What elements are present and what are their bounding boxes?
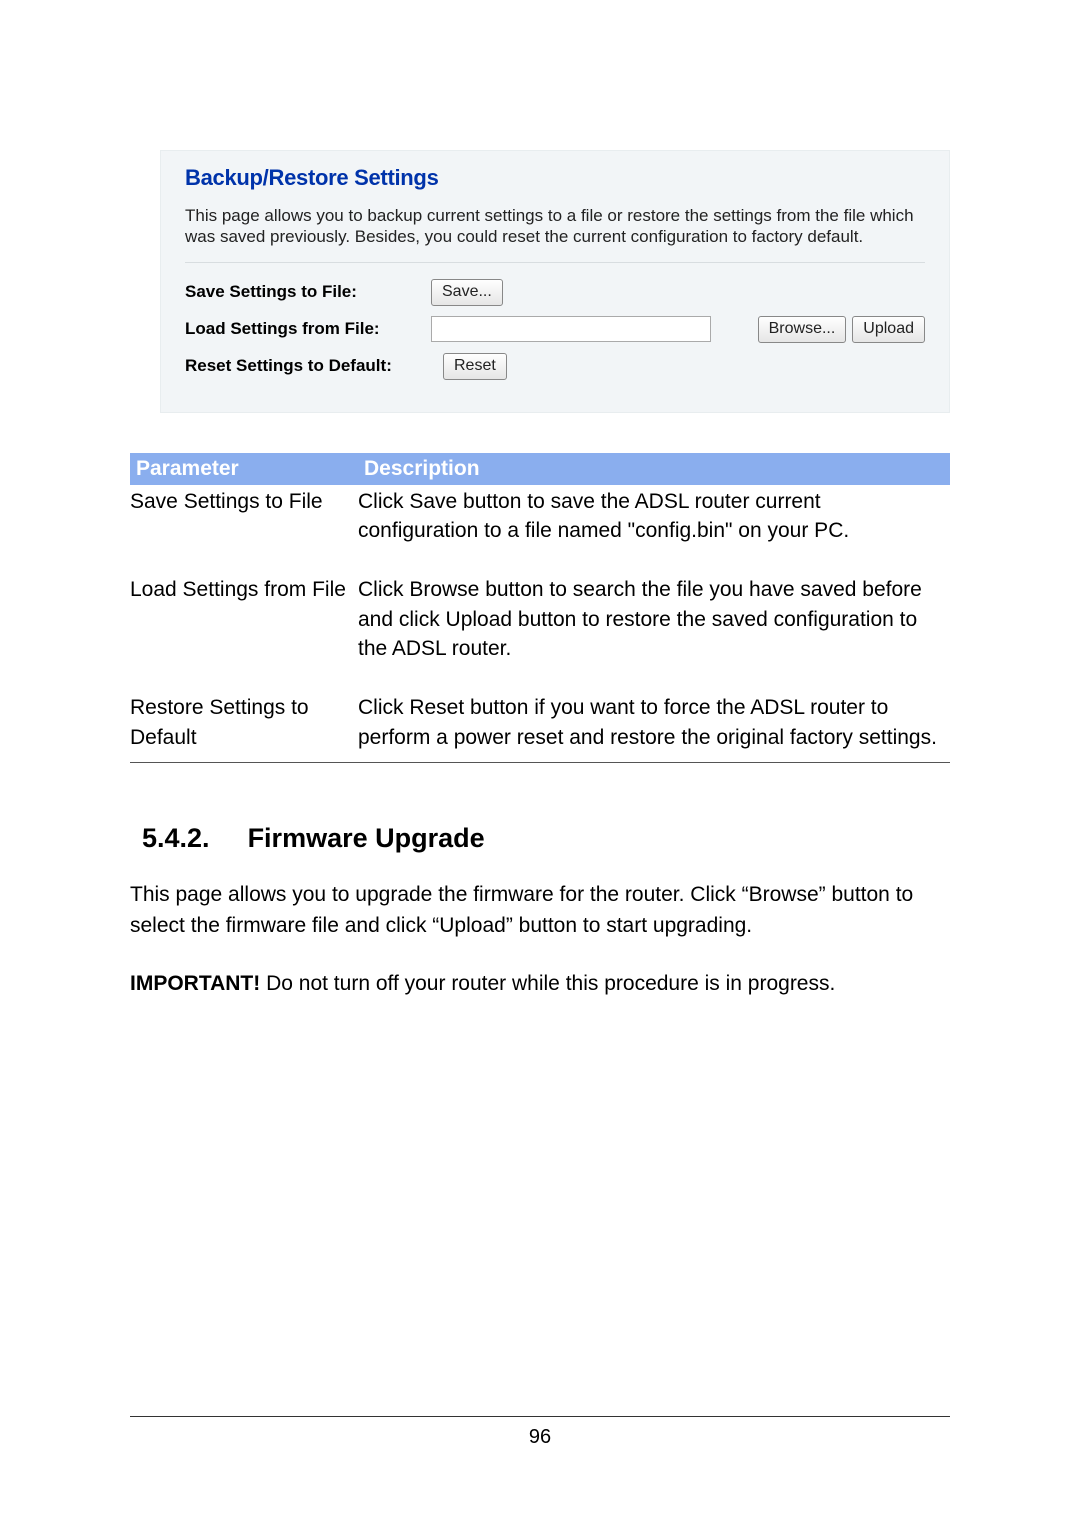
param-cell: Save Settings to File: [130, 485, 358, 548]
browse-button[interactable]: Browse...: [758, 316, 847, 343]
reset-settings-label: Reset Settings to Default:: [185, 356, 435, 376]
param-cell: Restore Settings to Default: [130, 691, 358, 762]
backup-restore-panel: Backup/Restore Settings This page allows…: [160, 150, 950, 413]
desc-cell: Click Save button to save the ADSL route…: [358, 485, 950, 548]
load-settings-label: Load Settings from File:: [185, 319, 423, 339]
header-parameter: Parameter: [130, 453, 358, 485]
save-settings-label: Save Settings to File:: [185, 282, 423, 302]
section-paragraph-1: This page allows you to upgrade the firm…: [130, 880, 950, 941]
header-description: Description: [358, 453, 950, 485]
section-heading: 5.4.2. Firmware Upgrade: [142, 823, 950, 854]
load-settings-row: Load Settings from File: Browse... Uploa…: [185, 316, 925, 343]
section-paragraph-important: IMPORTANT! Do not turn off your router w…: [130, 969, 950, 999]
important-label: IMPORTANT!: [130, 972, 260, 995]
load-file-input[interactable]: [431, 316, 711, 342]
upload-button[interactable]: Upload: [852, 316, 925, 343]
table-row: Load Settings from File Click Browse but…: [130, 573, 950, 665]
param-cell: Load Settings from File: [130, 573, 358, 665]
footer-rule: [130, 1416, 950, 1417]
reset-settings-row: Reset Settings to Default: Reset: [185, 353, 925, 380]
section-title: Firmware Upgrade: [248, 823, 485, 854]
save-button[interactable]: Save...: [431, 279, 503, 306]
section-number: 5.4.2.: [142, 823, 210, 854]
table-row: Save Settings to File Click Save button …: [130, 485, 950, 548]
parameter-table: Parameter Description Save Settings to F…: [130, 453, 950, 764]
table-row: Restore Settings to Default Click Reset …: [130, 691, 950, 762]
table-header-row: Parameter Description: [130, 453, 950, 485]
save-settings-row: Save Settings to File: Save...: [185, 279, 925, 306]
panel-intro-text: This page allows you to backup current s…: [185, 205, 925, 263]
panel-title: Backup/Restore Settings: [185, 165, 925, 191]
desc-cell: Click Reset button if you want to force …: [358, 691, 950, 762]
page-number: 96: [0, 1426, 1080, 1449]
reset-button[interactable]: Reset: [443, 353, 507, 380]
important-text: Do not turn off your router while this p…: [260, 972, 835, 995]
desc-cell: Click Browse button to search the file y…: [358, 573, 950, 665]
